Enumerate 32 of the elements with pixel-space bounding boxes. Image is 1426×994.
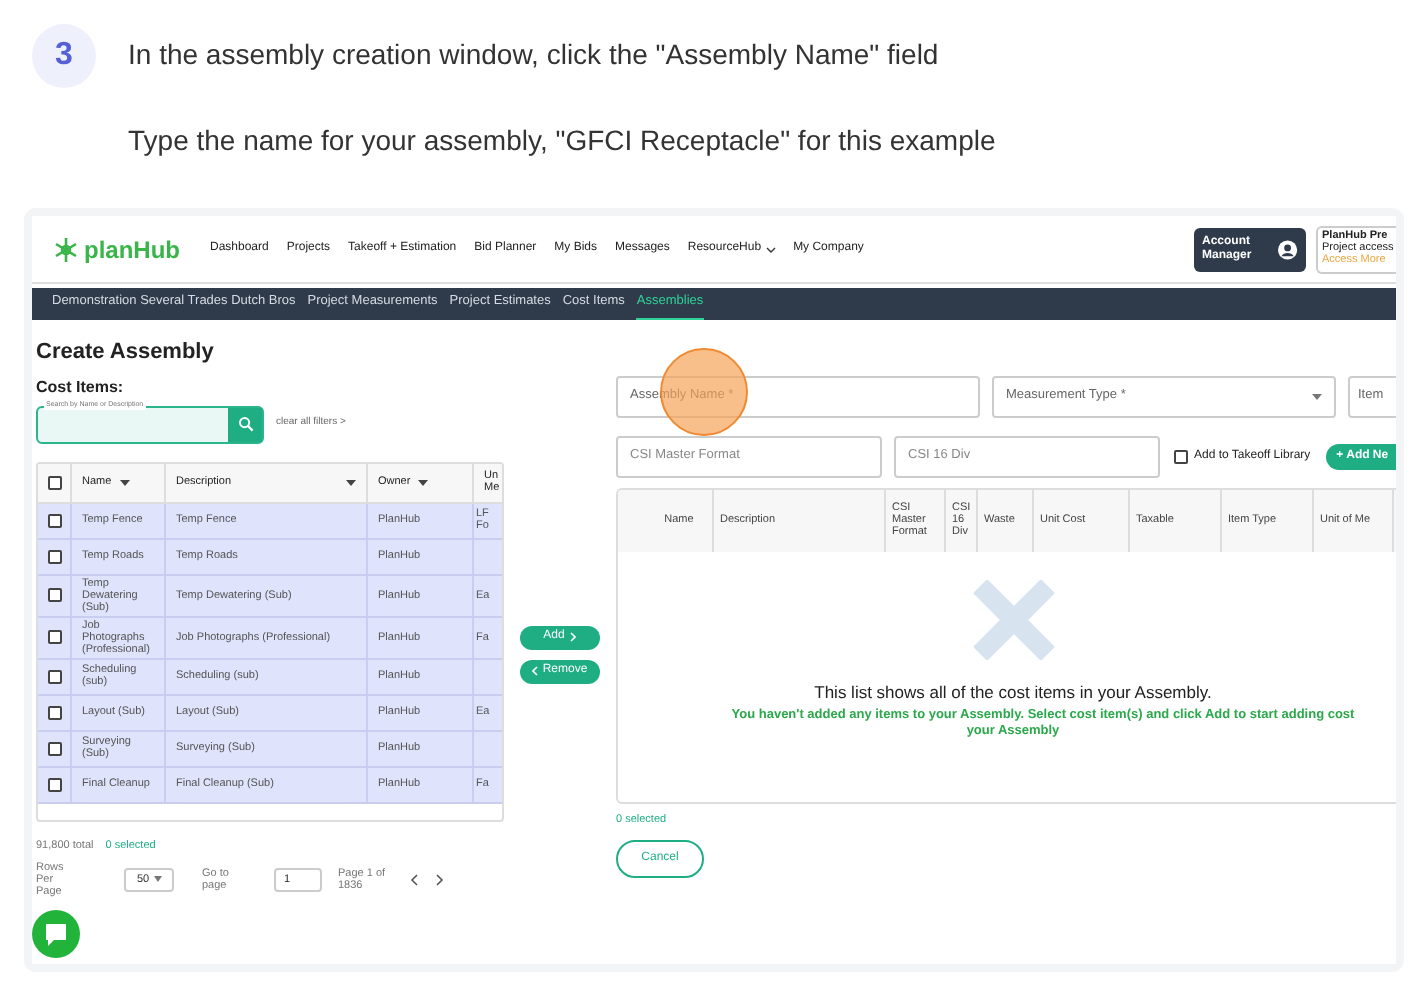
row-checkbox[interactable] — [47, 669, 61, 683]
caret-icon — [1312, 393, 1322, 399]
select-all-checkbox[interactable] — [47, 475, 61, 489]
sort-icon — [346, 479, 356, 485]
chevron-left-icon — [532, 666, 539, 676]
search-button[interactable] — [228, 407, 262, 441]
cost-items-heading: Cost Items: — [36, 375, 126, 399]
sort-icon — [119, 479, 130, 485]
empty-state-title: This list shows all of the cost items in your Assembly. — [814, 679, 1212, 705]
step-detail: Type the name for your assembly, "GFCI Receptacle" for this example — [128, 122, 996, 160]
step-number-badge: 3 — [32, 24, 96, 88]
next-page-icon[interactable] — [436, 873, 444, 886]
previous-page-icon[interactable] — [410, 873, 418, 886]
row-checkbox[interactable] — [47, 588, 61, 602]
chevron-right-icon — [570, 632, 577, 642]
row-checkbox[interactable] — [47, 741, 61, 755]
row-checkbox[interactable] — [47, 513, 61, 527]
takeoff-checkbox[interactable] — [1174, 449, 1188, 463]
chevron-down-icon — [765, 245, 776, 253]
sort-icon — [418, 479, 429, 485]
row-checkbox[interactable] — [47, 705, 61, 719]
row-checkbox[interactable] — [47, 777, 61, 791]
row-checkbox[interactable] — [47, 630, 61, 644]
chat-bubble-icon[interactable] — [32, 909, 80, 958]
user-avatar-icon — [1278, 235, 1298, 263]
step-instruction: In the assembly creation window, click the "Assembly Name" field — [128, 36, 941, 74]
search-icon — [237, 416, 253, 432]
logo-icon — [52, 235, 80, 263]
page-title: Create Assembly — [36, 340, 214, 364]
caret-icon — [153, 876, 162, 883]
logo-text: planHub — [84, 233, 180, 267]
row-checkbox[interactable] — [47, 549, 61, 563]
